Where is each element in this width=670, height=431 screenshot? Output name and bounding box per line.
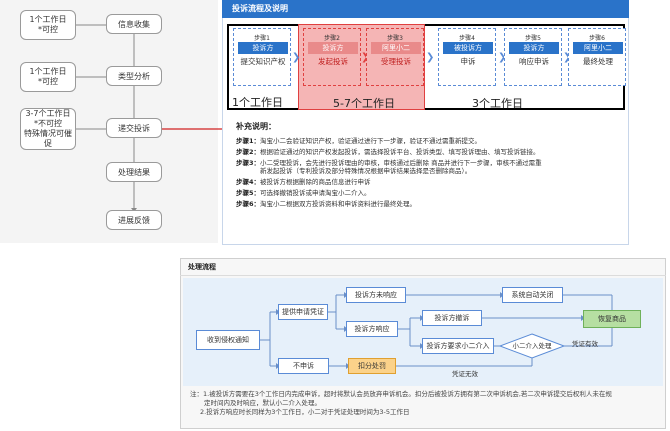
node-request-xiaoer: 投诉方要求小二介入 [422, 338, 494, 354]
node-withdraw: 投诉方撤诉 [422, 310, 482, 326]
flow-footnotes: 注：1.被投诉方需要在3个工作日内完成申诉，超时将默认会员放弃申诉机会。扣分后被… [190, 390, 662, 416]
node-receive-notice: 收到侵权通知 [196, 330, 260, 350]
label-valid: 凭证有效 [572, 340, 598, 348]
node-no-appeal: 不申诉 [278, 358, 329, 374]
footnote-line: 定时间内及时响应，默认小二介入处理。 [204, 398, 321, 407]
label-invalid: 凭证无效 [452, 370, 478, 378]
node-restore-goods: 恢复商品 [583, 310, 641, 328]
node-xiaoer-judge: 小二介入处理 [512, 342, 552, 350]
node-responds: 投诉方响应 [346, 321, 398, 337]
node-provide-evidence: 提供申请凭证 [278, 304, 328, 320]
flow-connectors [260, 292, 615, 369]
node-auto-close: 系统自动关闭 [502, 287, 563, 303]
footnote-line: 注：1.被投诉方需要在3个工作日内完成申诉，超时将默认会员放弃申诉机会。扣分后被… [190, 390, 612, 398]
node-no-response: 投诉方未响应 [346, 287, 406, 303]
node-penalty: 扣分处罚 [348, 358, 396, 374]
footnote-line: 2.投诉方响应时长同样为3个工作日，小二对于凭证处理时间为3-5工作日 [200, 407, 410, 416]
